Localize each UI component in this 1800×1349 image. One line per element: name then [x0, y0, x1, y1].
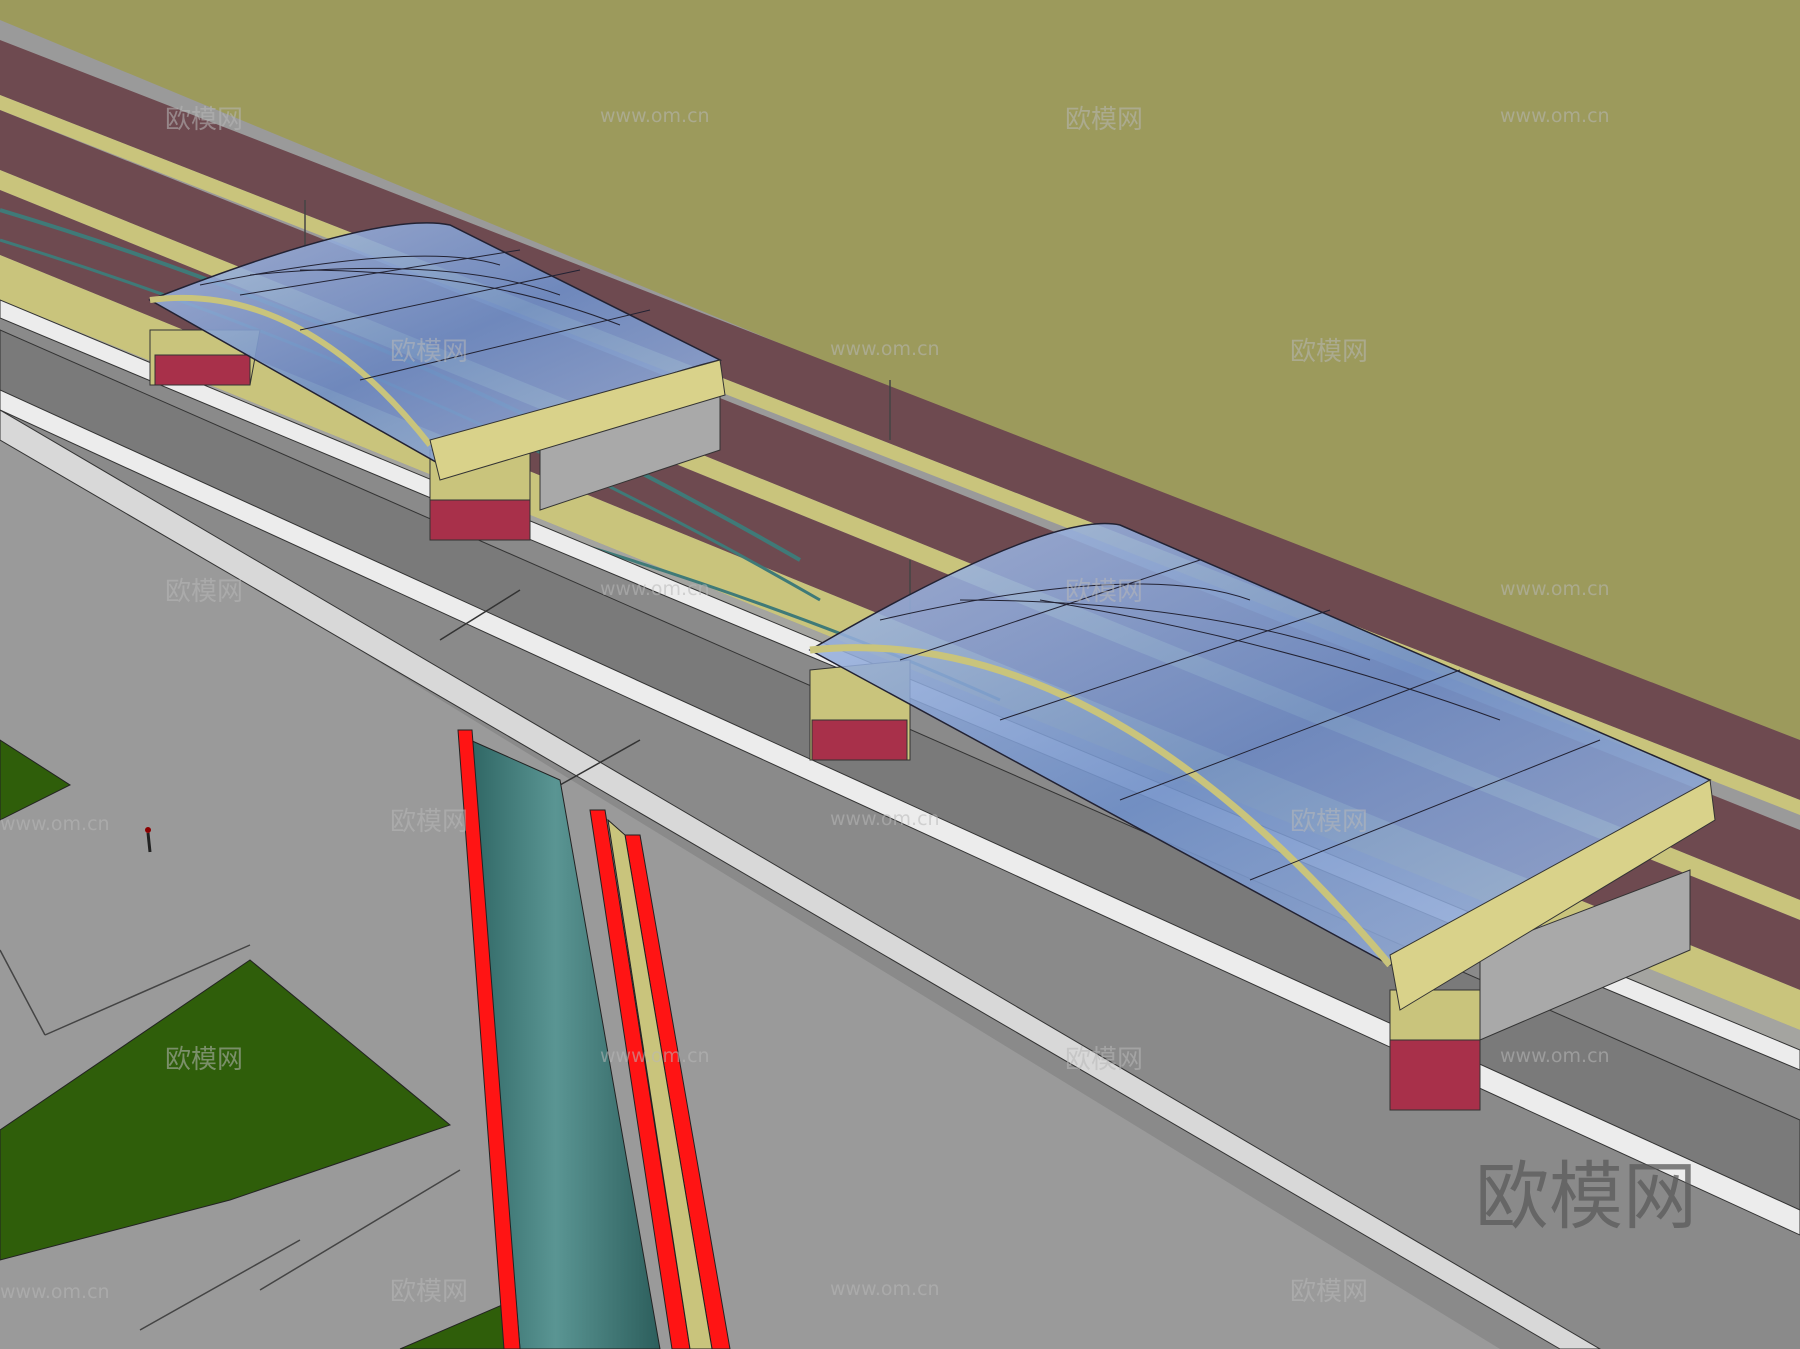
watermark-url: www.om.cn [600, 578, 710, 600]
watermark-url: www.om.cn [830, 1278, 940, 1300]
watermark-url: www.om.cn [0, 813, 110, 835]
watermark-logo: 欧模网 [1290, 337, 1368, 367]
watermark-url: www.om.cn [830, 808, 940, 830]
watermark-logo: 欧模网 [1290, 1277, 1368, 1307]
watermark-url: www.om.cn [600, 105, 710, 127]
sketchup-viewport: 欧模网 www.om.cn 欧模网 www.om.cn 欧模网 www.om.c… [0, 0, 1800, 1349]
watermark-url: www.om.cn [600, 1045, 710, 1067]
watermark-url: www.om.cn [830, 338, 940, 360]
watermark-logo: 欧模网 [1065, 1045, 1143, 1075]
watermark-logo: 欧模网 [1065, 105, 1143, 135]
watermark-logo: 欧模网 [1290, 807, 1368, 837]
watermark-logo: 欧模网 [390, 337, 468, 367]
scene-svg: 欧模网 www.om.cn 欧模网 www.om.cn 欧模网 www.om.c… [0, 0, 1800, 1349]
watermark-url: www.om.cn [1500, 578, 1610, 600]
watermark-url: www.om.cn [1500, 1045, 1610, 1067]
watermark-logo: 欧模网 [165, 105, 243, 135]
watermark-logo: 欧模网 [1065, 577, 1143, 607]
watermark-logo: 欧模网 [390, 1277, 468, 1307]
corner-watermark-logo: 欧模网 [1475, 1154, 1697, 1240]
watermark-url: www.om.cn [1500, 105, 1610, 127]
watermark-logo: 欧模网 [390, 807, 468, 837]
watermark-logo: 欧模网 [165, 577, 243, 607]
watermark-logo: 欧模网 [165, 1045, 243, 1075]
watermark-url: www.om.cn [0, 1281, 110, 1303]
